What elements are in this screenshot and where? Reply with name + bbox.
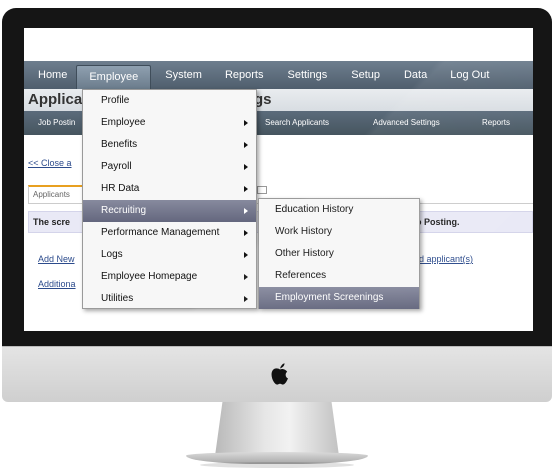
info-bar-text: The scre xyxy=(33,217,71,227)
close-link[interactable]: << Close a xyxy=(28,158,72,168)
submenu-item-label: Other History xyxy=(275,248,334,259)
chevron-right-icon xyxy=(244,120,248,126)
submenu-item-label: References xyxy=(275,270,327,281)
chevron-right-icon xyxy=(244,230,248,236)
menu-item-label: Benefits xyxy=(101,139,138,150)
nav-home[interactable]: Home xyxy=(24,61,76,89)
chevron-right-icon xyxy=(244,164,248,170)
chevron-right-icon xyxy=(244,296,248,302)
submenu-item-education-history[interactable]: Education History xyxy=(259,199,419,221)
subnav-job-postings[interactable]: Job Postin xyxy=(38,111,75,135)
menu-item-label: Logs xyxy=(101,249,123,260)
submenu-item-work-history[interactable]: Work History xyxy=(259,221,419,243)
nav-employee[interactable]: Employee xyxy=(76,65,152,89)
submenu-item-label: Work History xyxy=(275,226,333,237)
chevron-right-icon xyxy=(244,208,248,214)
monitor-stand-neck xyxy=(215,402,339,456)
menu-item-label: Payroll xyxy=(101,161,132,172)
submenu-item-label: Education History xyxy=(275,204,354,215)
menu-item-payroll[interactable]: Payroll xyxy=(83,156,256,178)
chevron-right-icon xyxy=(244,186,248,192)
menu-item-employee[interactable]: Employee xyxy=(83,112,256,134)
submenu-item-label: Employment Screenings xyxy=(275,292,384,303)
menu-item-label: Employee xyxy=(101,117,146,128)
recruiting-submenu: Education History Work History Other His… xyxy=(258,198,420,309)
menu-item-benefits[interactable]: Benefits xyxy=(83,134,256,156)
subnav-search-applicants[interactable]: Search Applicants xyxy=(265,111,329,135)
additional-link[interactable]: Additiona xyxy=(38,279,76,289)
menu-item-label: Profile xyxy=(101,95,130,106)
submenu-item-employment-screenings[interactable]: Employment Screenings xyxy=(259,287,419,309)
menu-item-label: Employee Homepage xyxy=(101,271,198,282)
submenu-item-references[interactable]: References xyxy=(259,265,419,287)
nav-log-out[interactable]: Log Out xyxy=(436,61,498,89)
menu-item-label: Performance Management xyxy=(101,227,220,238)
screen: Home Employee System Reports Settings Se… xyxy=(24,28,533,331)
menu-item-performance-management[interactable]: Performance Management xyxy=(83,222,256,244)
employee-dropdown-menu: Profile Employee Benefits Payroll HR Dat… xyxy=(82,89,257,309)
menu-item-recruiting[interactable]: Recruiting xyxy=(83,200,256,222)
chevron-right-icon xyxy=(244,274,248,280)
menu-item-profile[interactable]: Profile xyxy=(83,90,256,112)
main-navbar: Home Employee System Reports Settings Se… xyxy=(24,61,533,89)
nav-data[interactable]: Data xyxy=(389,61,436,89)
nav-reports[interactable]: Reports xyxy=(211,61,273,89)
page-title-left: Applica xyxy=(28,91,83,108)
menu-item-hr-data[interactable]: HR Data xyxy=(83,178,256,200)
tab-checkbox[interactable] xyxy=(257,186,267,194)
submenu-item-other-history[interactable]: Other History xyxy=(259,243,419,265)
monitor-shadow xyxy=(200,462,354,468)
menu-item-utilities[interactable]: Utilities xyxy=(83,288,256,310)
add-applicants-link[interactable]: d applicant(s) xyxy=(419,254,473,264)
nav-system[interactable]: System xyxy=(151,61,211,89)
menu-item-label: Utilities xyxy=(101,293,134,304)
menu-item-logs[interactable]: Logs xyxy=(83,244,256,266)
subnav-reports[interactable]: Reports xyxy=(482,111,510,135)
nav-setup[interactable]: Setup xyxy=(336,61,389,89)
nav-settings[interactable]: Settings xyxy=(272,61,336,89)
chevron-right-icon xyxy=(244,252,248,258)
apple-logo-icon xyxy=(271,363,288,385)
add-new-link[interactable]: Add New xyxy=(38,254,75,264)
menu-item-label: Recruiting xyxy=(101,205,147,216)
menu-item-label: HR Data xyxy=(101,183,140,194)
info-bar-tail: o Posting. xyxy=(416,217,460,227)
chevron-right-icon xyxy=(244,142,248,148)
menu-item-employee-homepage[interactable]: Employee Homepage xyxy=(83,266,256,288)
subnav-advanced-settings[interactable]: Advanced Settings xyxy=(373,111,440,135)
screen-top-area xyxy=(24,28,533,61)
